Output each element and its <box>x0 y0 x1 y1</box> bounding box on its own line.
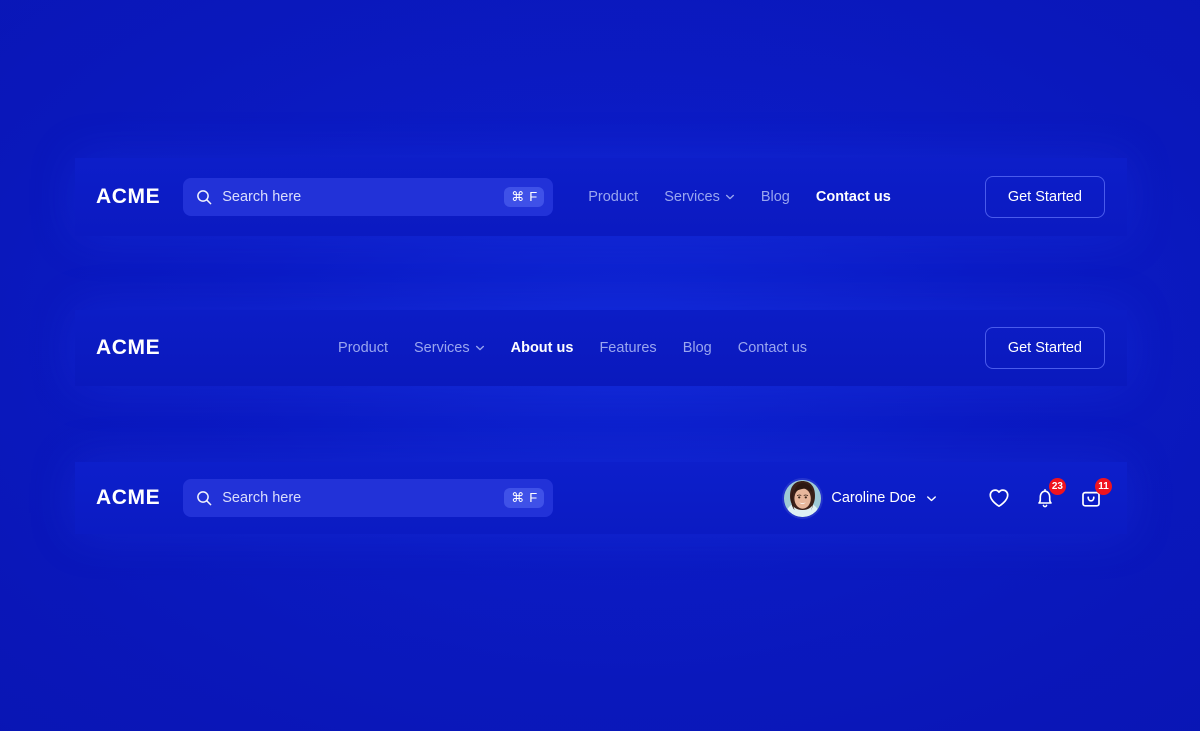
nav-link-features[interactable]: Features <box>599 340 656 356</box>
nav-link-services[interactable]: Services <box>664 189 735 205</box>
nav-link-label: About us <box>510 340 574 356</box>
heart-icon[interactable] <box>987 486 1011 510</box>
navbar-search-account-icons: ACME Search here ⌘ F Caroline Doe 23 11 <box>75 462 1127 534</box>
get-started-button[interactable]: Get Started <box>984 176 1105 218</box>
nav-link-label: Features <box>599 340 657 356</box>
chevron-down-icon <box>725 192 735 202</box>
bell-icon[interactable]: 23 <box>1033 478 1066 510</box>
nav-link-label: Services <box>414 340 470 356</box>
nav-link-product[interactable]: Product <box>588 189 638 205</box>
navbar-search-links-cta: ACME Search here ⌘ F Product Services Bl… <box>75 158 1127 236</box>
search-icon <box>196 490 212 506</box>
search-field[interactable]: Search here ⌘ F <box>183 479 554 517</box>
brand-logo[interactable]: ACME <box>96 336 160 360</box>
avatar <box>784 479 822 517</box>
nav-links: Product Services Blog Contact us <box>588 189 891 205</box>
search-shortcut-badge: ⌘ F <box>504 187 545 207</box>
search-field[interactable]: Search here ⌘ F <box>183 178 554 216</box>
nav-link-label: Contact us <box>815 189 891 205</box>
search-input-placeholder[interactable]: Search here <box>222 189 504 205</box>
bag-badge-count: 11 <box>1095 478 1112 495</box>
nav-link-label: Product <box>338 340 389 356</box>
brand-logo[interactable]: ACME <box>96 486 160 510</box>
nav-link-label: Services <box>664 189 720 205</box>
chevron-down-icon <box>926 493 937 504</box>
bell-badge-count: 23 <box>1048 478 1066 495</box>
nav-link-label: Blog <box>760 189 790 205</box>
nav-link-contact-us[interactable]: Contact us <box>738 340 807 356</box>
brand-logo[interactable]: ACME <box>96 185 160 209</box>
command-key-icon: ⌘ <box>511 189 525 204</box>
shopping-bag-icon[interactable]: 11 <box>1079 478 1112 510</box>
shortcut-letter: F <box>529 189 538 204</box>
shortcut-letter: F <box>529 490 538 505</box>
nav-link-product[interactable]: Product <box>338 340 388 356</box>
nav-link-blog[interactable]: Blog <box>683 340 712 356</box>
get-started-button[interactable]: Get Started <box>984 327 1105 369</box>
nav-link-label: Product <box>588 189 639 205</box>
nav-link-about-us[interactable]: About us <box>511 340 574 356</box>
navbar-showcase: ACME Search here ⌘ F Product Services Bl… <box>0 0 1200 731</box>
nav-link-blog[interactable]: Blog <box>761 189 790 205</box>
chevron-down-icon <box>475 343 485 353</box>
nav-link-services[interactable]: Services <box>414 340 485 356</box>
command-key-icon: ⌘ <box>511 490 525 505</box>
search-icon <box>196 189 212 205</box>
search-input-placeholder[interactable]: Search here <box>222 490 504 506</box>
search-shortcut-badge: ⌘ F <box>504 488 545 508</box>
account-name: Caroline Doe <box>831 490 916 506</box>
nav-links: Product Services About us Features Blog <box>338 340 807 356</box>
nav-link-label: Blog <box>682 340 712 356</box>
nav-link-contact-us[interactable]: Contact us <box>816 189 891 205</box>
account-menu[interactable]: Caroline Doe <box>784 479 937 517</box>
nav-link-label: Contact us <box>737 340 808 356</box>
action-icons: 23 11 <box>987 478 1112 510</box>
navbar-centered-links-cta: ACME Product Services About us Features <box>75 310 1127 386</box>
